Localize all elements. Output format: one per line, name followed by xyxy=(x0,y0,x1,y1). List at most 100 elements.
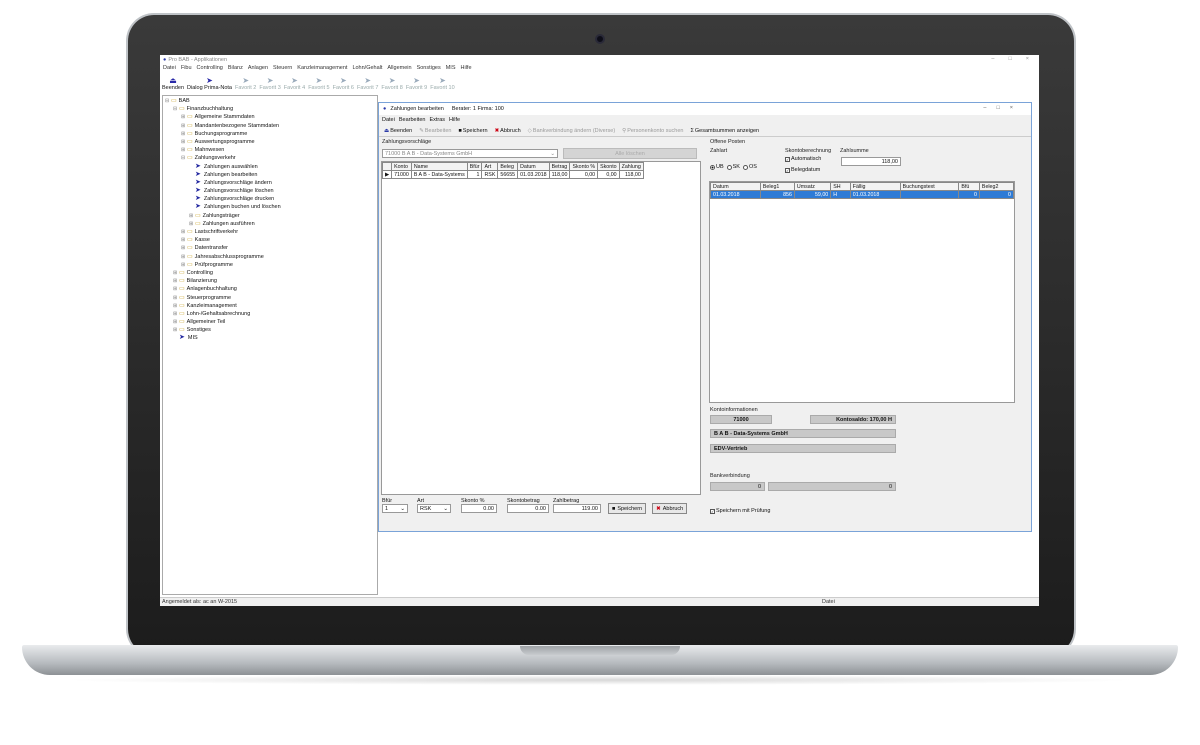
column-header[interactable]: Beleg xyxy=(497,162,519,171)
tree-item[interactable]: ⊞ ▭ Prüfprogramme xyxy=(165,261,375,269)
dialog-window-controls[interactable]: –□× xyxy=(983,105,1023,111)
toolbar-button-3[interactable]: ➤ Favorit 3 xyxy=(259,76,280,91)
op-column-header[interactable]: Beleg1 xyxy=(759,182,795,191)
menu-item-6[interactable]: Kanzleimanagement xyxy=(297,65,347,71)
toolbar-button-7[interactable]: ➤ Favorit 7 xyxy=(357,76,378,91)
dialog-menu-item-0[interactable]: Datei xyxy=(382,117,395,123)
dialog-menu-item-2[interactable]: Extras xyxy=(429,117,445,123)
dialog-menu-item-3[interactable]: Hilfe xyxy=(449,117,460,123)
toolbar-button-6[interactable]: ➤ Favorit 6 xyxy=(333,76,354,91)
speichern-button[interactable]: ■ Speichern xyxy=(456,128,489,134)
tree-item[interactable]: ⊞ ▭ Controlling xyxy=(165,269,375,277)
menu-item-11[interactable]: Hilfe xyxy=(461,65,472,71)
menu-item-5[interactable]: Steuern xyxy=(273,65,292,71)
op-column-header[interactable]: Beleg2 xyxy=(978,182,1015,191)
pruefung-checkbox[interactable]: ✓ Speichern mit Prüfung xyxy=(710,508,770,514)
menu-item-8[interactable]: Allgemein xyxy=(387,65,411,71)
personenkonto-button[interactable]: ⚲ Personenkonto suchen xyxy=(620,128,685,134)
op-column-header[interactable]: Umsatz xyxy=(793,182,832,191)
radio-sk[interactable]: SK xyxy=(726,164,740,170)
column-header[interactable]: Skonto xyxy=(597,162,620,171)
tree-item[interactable]: ➤ Zahlungsvorschläge ändern xyxy=(165,179,375,187)
column-header[interactable]: Art xyxy=(481,162,499,171)
tree-item[interactable]: ⊞ ▭ Mahnwesen xyxy=(165,146,375,154)
menu-item-7[interactable]: Lohn/Gehalt xyxy=(352,65,382,71)
toolbar-button-1[interactable]: ➤ Dialog Prima-Nota xyxy=(187,76,232,91)
tree-item[interactable]: ➤ Zahlungen auswählen xyxy=(165,163,375,171)
column-header[interactable]: Betrag xyxy=(548,162,571,171)
zahlsumme-input[interactable]: 118,00 xyxy=(841,157,901,166)
tree-item[interactable]: ⊞ ▭ Auswertungsprogramme xyxy=(165,138,375,146)
skonto-pct-input[interactable]: 0.00 xyxy=(461,504,497,513)
tree-item[interactable]: ➤ MIS xyxy=(165,334,375,342)
op-column-header[interactable]: Bfü xyxy=(958,182,980,191)
toolbar-button-10[interactable]: ➤ Favorit 10 xyxy=(430,76,454,91)
vorschlaege-select[interactable]: 71000 B A B - Data-Systems GmbH ⌄ xyxy=(382,149,558,158)
tree-item[interactable]: ⊞ ▭ Zahlungen ausführen xyxy=(165,220,375,228)
column-header[interactable]: Zahlung xyxy=(618,162,644,171)
column-header[interactable]: Datum xyxy=(517,162,550,171)
tree-item[interactable]: ➤ Zahlungsvorschläge drucken xyxy=(165,195,375,203)
tree-item[interactable]: ⊞ ▭ Buchungsprogramme xyxy=(165,130,375,138)
gesamtsummen-button[interactable]: Σ Gesamtsummen anzeigen xyxy=(688,128,761,134)
op-column-header[interactable]: Fällig xyxy=(849,182,901,191)
zahlbetrag-input[interactable]: 119.00 xyxy=(553,504,601,513)
belegdatum-checkbox[interactable]: ✓ Belegdatum xyxy=(785,167,820,173)
tree-item[interactable]: ⊞ ▭ Allgemeine Stammdaten xyxy=(165,113,375,121)
tree-item[interactable]: ⊟ ▭ BAB xyxy=(165,97,375,105)
bottom-speichern-button[interactable]: ■ Speichern xyxy=(608,503,647,514)
toolbar-button-8[interactable]: ➤ Favorit 8 xyxy=(381,76,402,91)
bfuer-select[interactable]: 1 ⌄ xyxy=(382,504,408,513)
bottom-abbruch-button[interactable]: ✖ Abbruch xyxy=(652,503,688,514)
toolbar-button-0[interactable]: ⏏ Beenden xyxy=(162,76,184,91)
close-button[interactable]: × xyxy=(1026,56,1029,62)
toolbar-button-4[interactable]: ➤ Favorit 4 xyxy=(284,76,305,91)
maximize-button[interactable]: □ xyxy=(1008,56,1011,62)
radio-os[interactable]: OS xyxy=(742,164,757,170)
tree-item[interactable]: ⊞ ▭ Lohn-/Gehaltsabrechnung xyxy=(165,310,375,318)
tree-item[interactable]: ⊞ ▭ Kasse xyxy=(165,236,375,244)
column-header[interactable]: Name xyxy=(410,162,468,171)
bankverbindung-button[interactable]: ◇ Bankverbindung ändern (Diverse) xyxy=(526,128,617,134)
op-column-header[interactable]: SH xyxy=(830,182,851,191)
tree-item[interactable]: ➤ Zahlungen bearbeiten xyxy=(165,171,375,179)
tree-item[interactable]: ⊞ ▭ Allgemeiner Teil xyxy=(165,318,375,326)
menu-item-10[interactable]: MIS xyxy=(446,65,456,71)
bearbeiten-button[interactable]: ✎ Bearbeiten xyxy=(417,128,453,134)
column-header[interactable]: Bfür xyxy=(466,162,483,171)
abbruch-button[interactable]: ✖ Abbruch xyxy=(493,128,523,134)
auto-checkbox[interactable]: ✓ Automatisch xyxy=(785,156,821,162)
tree-item[interactable]: ⊟ ▭ Finanzbuchhaltung xyxy=(165,105,375,113)
menu-item-1[interactable]: Fibu xyxy=(181,65,192,71)
tree-item[interactable]: ⊞ ▭ Jahresabschlussprogramme xyxy=(165,253,375,261)
tree-item[interactable]: ➤ Zahlungsvorschläge löschen xyxy=(165,187,375,195)
menu-item-4[interactable]: Anlagen xyxy=(248,65,268,71)
alle-loeschen-button[interactable]: Alle löschen xyxy=(563,148,697,159)
tree-item[interactable]: ➤ Zahlungen buchen und löschen xyxy=(165,203,375,211)
tree-item[interactable]: ⊞ ▭ Anlagenbuchhaltung xyxy=(165,285,375,293)
skontobetrag-input[interactable]: 0.00 xyxy=(507,504,549,513)
tree-item[interactable]: ⊞ ▭ Bilanzierung xyxy=(165,277,375,285)
tree-item[interactable]: ⊞ ▭ Steuerprogramme xyxy=(165,294,375,302)
menu-item-9[interactable]: Sonstiges xyxy=(417,65,441,71)
menu-item-0[interactable]: Datei xyxy=(163,65,176,71)
table-row[interactable]: ▶ 71000 B A B - Data-Systems 1 RSK 56655 01.03… xyxy=(381,170,644,179)
op-table-row[interactable]: 01.03.2018 856 59,00 H 01.03.2018 0 0 xyxy=(710,190,1015,199)
toolbar-button-2[interactable]: ➤ Favorit 2 xyxy=(235,76,256,91)
tree-item[interactable]: ⊞ ▭ Lastschriftverkehr xyxy=(165,228,375,236)
menu-item-3[interactable]: Bilanz xyxy=(228,65,243,71)
menu-item-2[interactable]: Controlling xyxy=(197,65,223,71)
beenden-button[interactable]: ⏏ Beenden xyxy=(382,128,414,134)
dialog-menu-item-1[interactable]: Bearbeiten xyxy=(399,117,426,123)
tree-item[interactable]: ⊞ ▭ Zahlungsträger xyxy=(165,212,375,220)
column-header[interactable]: Konto xyxy=(391,162,412,171)
tree-item[interactable]: ⊞ ▭ Mandantenbezogene Stammdaten xyxy=(165,122,375,130)
art-select[interactable]: RSK ⌄ xyxy=(417,504,451,513)
toolbar-button-9[interactable]: ➤ Favorit 9 xyxy=(406,76,427,91)
column-header[interactable]: Skonto % xyxy=(569,162,599,171)
op-column-header[interactable]: Buchungstext xyxy=(899,182,960,191)
tree-item[interactable]: ⊞ ▭ Datentransfer xyxy=(165,244,375,252)
tree-item[interactable]: ⊞ ▭ Sonstiges xyxy=(165,326,375,334)
tree-item[interactable]: ⊞ ▭ Kanzleimanagement xyxy=(165,302,375,310)
op-column-header[interactable]: Datum xyxy=(710,182,761,191)
